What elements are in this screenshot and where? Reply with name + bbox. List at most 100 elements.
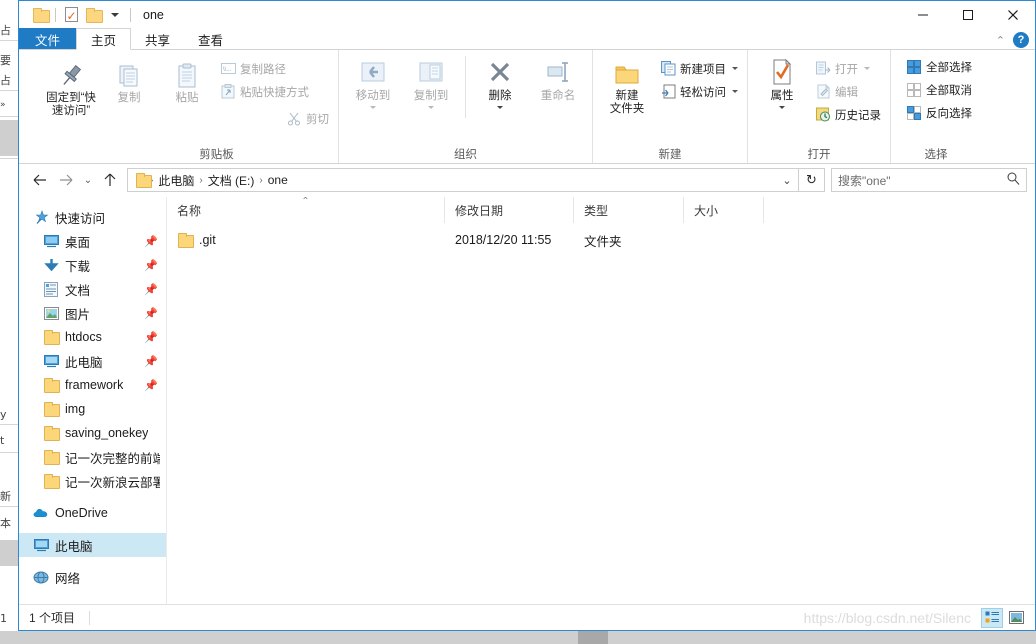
easy-access-button[interactable]: 轻松访问 — [657, 81, 741, 102]
pin-icon[interactable]: 📌 — [144, 283, 158, 296]
minimize-button[interactable] — [900, 1, 945, 29]
sidebar-label: img — [65, 402, 86, 416]
new-folder-button[interactable]: 新建 文件夹 — [599, 54, 655, 116]
sidebar-item-htdocs[interactable]: htdocs 📌 — [19, 325, 166, 349]
tab-home[interactable]: 主页 — [76, 28, 132, 50]
bg-fragment: » — [0, 100, 6, 110]
breadcrumb-one[interactable]: one — [263, 173, 293, 187]
quick-access-toolbar[interactable]: ✓ — [19, 4, 135, 26]
breadcrumb-documents-e[interactable]: 文档 (E:) — [203, 172, 260, 189]
large-icons-view-button[interactable] — [1005, 608, 1027, 628]
sidebar-label: 图片 — [65, 307, 91, 322]
details-view-button[interactable] — [981, 607, 1003, 628]
pin-icon[interactable]: 📌 — [144, 355, 158, 368]
ribbon-group-organize: 移动到 复制到 删除 重命名 组织 — [338, 50, 592, 163]
scrollbar-thumb[interactable] — [578, 631, 608, 644]
select-none-button[interactable]: 全部取消 — [903, 79, 975, 100]
sidebar-item-framework[interactable]: framework 📌 — [19, 373, 166, 397]
column-header-size[interactable]: 大小 — [684, 197, 764, 223]
desktop-horizontal-scrollbar[interactable] — [0, 631, 1036, 644]
file-name-cell[interactable]: .git — [167, 232, 445, 248]
close-button[interactable] — [990, 1, 1035, 29]
move-to-button[interactable]: 移动到 — [345, 54, 401, 109]
sidebar-item-sina-cloud-notes[interactable]: 记一次新浪云部署n — [19, 469, 166, 493]
pin-icon[interactable]: 📌 — [144, 259, 158, 272]
sidebar-item-img[interactable]: img — [19, 397, 166, 421]
pin-icon[interactable]: 📌 — [144, 307, 158, 320]
folder-icon — [43, 401, 60, 417]
column-header-type[interactable]: 类型 — [574, 197, 684, 223]
paste-shortcut-button[interactable]: 粘贴快捷方式 — [217, 81, 332, 102]
window-controls[interactable] — [900, 1, 1035, 29]
sidebar-item-downloads[interactable]: 下载 📌 — [19, 253, 166, 277]
sidebar-item-this-pc-pinned[interactable]: 此电脑 📌 — [19, 349, 166, 373]
new-item-button[interactable]: 新建项目 — [657, 58, 741, 79]
invert-selection-button[interactable]: 反向选择 — [903, 102, 975, 123]
sidebar-item-frontend-notes[interactable]: 记一次完整的前端代 — [19, 445, 166, 469]
column-header-date-modified[interactable]: 修改日期 — [445, 197, 574, 223]
chevron-down-icon[interactable] — [104, 4, 126, 26]
chevron-up-icon[interactable]: ⌃ — [996, 34, 1005, 47]
sidebar-item-saving-onekey[interactable]: saving_onekey — [19, 421, 166, 445]
bg-divider — [0, 90, 18, 91]
folder-icon[interactable] — [29, 4, 51, 26]
sidebar-item-documents[interactable]: 文档 📌 — [19, 277, 166, 301]
svg-text:\\...: \\... — [223, 67, 232, 73]
file-rows[interactable]: .git 2018/12/20 11:55 文件夹 — [167, 223, 1035, 604]
chevron-down-icon[interactable]: ⌄ — [776, 174, 798, 187]
sidebar-item-onedrive[interactable]: OneDrive — [19, 501, 166, 525]
pin-icon[interactable]: 📌 — [144, 379, 158, 392]
divider — [55, 7, 56, 22]
sidebar-item-this-pc[interactable]: 此电脑 — [19, 533, 166, 557]
pin-icon[interactable]: 📌 — [144, 235, 158, 248]
open-button[interactable]: 打开 — [812, 58, 884, 79]
column-header-name[interactable]: ⌃ 名称 — [167, 197, 445, 223]
select-all-button[interactable]: 全部选择 — [903, 56, 975, 77]
sidebar-item-desktop[interactable]: 桌面 📌 — [19, 229, 166, 253]
sidebar-item-network[interactable]: 网络 — [19, 565, 166, 589]
refresh-button[interactable]: ↻ — [799, 168, 825, 192]
help-button[interactable]: ? — [1013, 32, 1029, 48]
file-list-pane[interactable]: ⌃ 名称 修改日期 类型 大小 .git 2018/12/20 11:55 文件… — [167, 197, 1035, 604]
folder-icon[interactable] — [82, 4, 104, 26]
copy-path-button[interactable]: \\... 复制路径 — [217, 58, 332, 79]
column-headers[interactable]: ⌃ 名称 修改日期 类型 大小 — [167, 197, 1035, 223]
navigation-pane[interactable]: 快速访问 桌面 📌 下载 📌 文档 📌 图片 📌 htdocs 📌 此电脑 📌 … — [19, 197, 167, 604]
sidebar-label: 此电脑 — [55, 539, 93, 554]
copy-button[interactable]: 复制 — [101, 56, 157, 105]
title-bar[interactable]: ✓ one — [19, 0, 1035, 28]
paste-button[interactable]: 粘贴 — [159, 56, 215, 105]
address-bar[interactable]: › 此电脑 › 文档 (E:) › one ⌄ — [127, 168, 799, 192]
easy-access-icon — [660, 84, 676, 100]
recent-locations-button[interactable]: ⌄ — [79, 167, 97, 193]
properties-button[interactable]: 属性 — [754, 54, 810, 109]
table-row[interactable]: .git 2018/12/20 11:55 文件夹 — [167, 229, 1035, 251]
pin-to-quick-access-button[interactable]: 固定到“快 速访问” — [43, 56, 99, 118]
copy-to-button[interactable]: 复制到 — [403, 54, 459, 109]
cut-button[interactable]: 剪切 — [283, 108, 332, 129]
tab-share[interactable]: 共享 — [131, 28, 184, 50]
search-icon[interactable] — [1007, 172, 1020, 188]
sidebar-item-quick-access[interactable]: 快速访问 — [19, 205, 166, 229]
maximize-button[interactable] — [945, 1, 990, 29]
tab-file[interactable]: 文件 — [19, 28, 77, 50]
rename-button[interactable]: 重命名 — [530, 54, 586, 103]
forward-button[interactable] — [53, 167, 79, 193]
breadcrumb-this-pc[interactable]: 此电脑 — [153, 172, 199, 189]
properties-check-icon[interactable]: ✓ — [60, 4, 82, 26]
history-button[interactable]: 历史记录 — [812, 104, 884, 125]
ribbon-tab-strip[interactable]: 文件 主页 共享 查看 ⌃ ? — [19, 28, 1035, 50]
sidebar-item-pictures[interactable]: 图片 📌 — [19, 301, 166, 325]
up-button[interactable] — [97, 167, 123, 193]
view-mode-buttons[interactable] — [981, 607, 1027, 628]
cut-label: 剪切 — [306, 113, 329, 126]
search-input[interactable]: 搜索"one" — [831, 168, 1027, 192]
tab-view[interactable]: 查看 — [184, 28, 237, 50]
pin-icon[interactable]: 📌 — [144, 331, 158, 344]
edit-button[interactable]: 编辑 — [812, 81, 884, 102]
ribbon-group-open: 属性 打开 编辑 历史记录 打开 — [747, 50, 890, 163]
history-label: 历史记录 — [835, 109, 881, 122]
delete-button[interactable]: 删除 — [472, 54, 528, 109]
back-button[interactable] — [27, 167, 53, 193]
edit-icon — [815, 84, 831, 100]
